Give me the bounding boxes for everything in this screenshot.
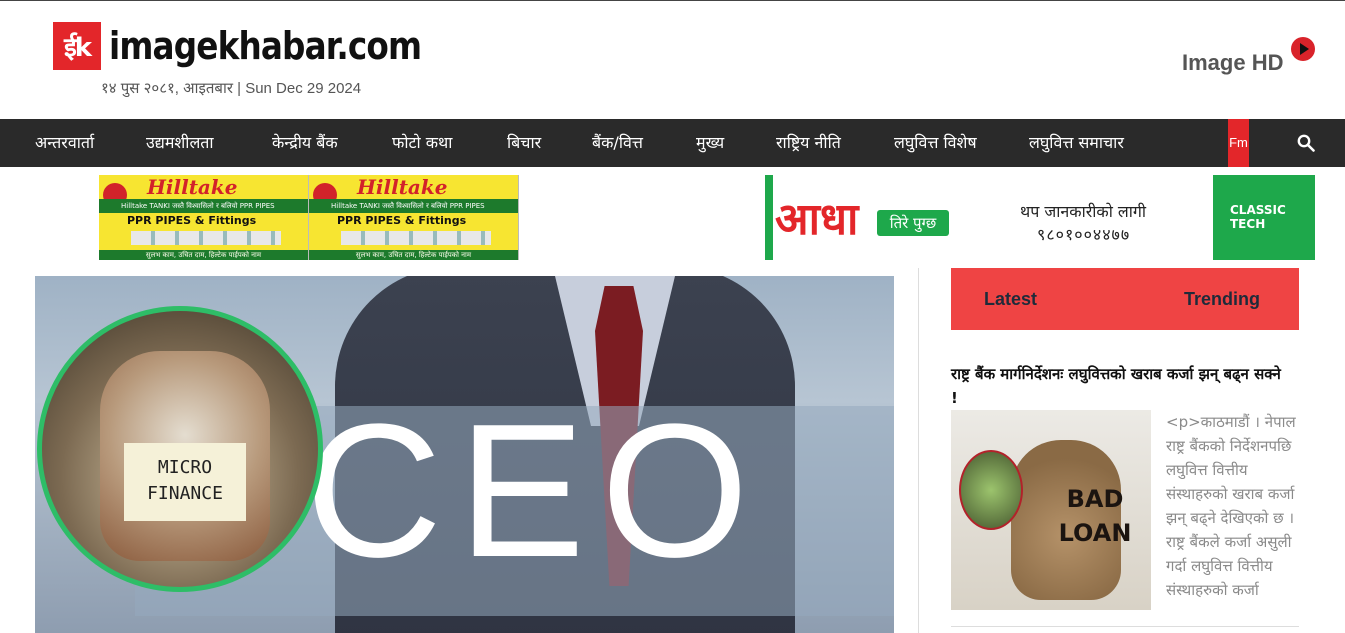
logo-mark: ईk bbox=[53, 22, 101, 70]
hilltake-bottom-slogan: सुलभ काम, उचित दाम, हिल्टेक पाईपको नाम bbox=[99, 250, 308, 260]
classic-tech-phone: ९८०१००४४७७ bbox=[1037, 225, 1131, 244]
hilltake-brand: Hilltake bbox=[147, 175, 238, 199]
classic-tech-badge: तिरे पुग्छ bbox=[877, 210, 949, 236]
hilltake-pipes-image bbox=[341, 231, 491, 245]
tab-trending[interactable]: Trending bbox=[1184, 268, 1260, 330]
ceo-text: CEO bbox=[305, 385, 765, 597]
featured-image[interactable]: CEO MICRO FINANCE bbox=[35, 276, 894, 633]
article-excerpt: <p>काठमाडौं । नेपाल राष्ट्र बैंकको निर्द… bbox=[1166, 413, 1296, 599]
nav-item-main[interactable]: मुख्य bbox=[696, 119, 724, 167]
header-date: १४ पुस २०८१, आइतबार | Sun Dec 29 2024 bbox=[101, 80, 362, 97]
microfinance-jar-circle: MICRO FINANCE bbox=[37, 306, 323, 592]
hilltake-ad-banner[interactable]: Hilltake Hilltake TANKI जस्तै विश्वासिलो… bbox=[99, 175, 519, 260]
hilltake-brand: Hilltake bbox=[357, 175, 448, 199]
nav-item-interview[interactable]: अन्तरवार्ता bbox=[35, 119, 94, 167]
fm-button[interactable]: Fm bbox=[1228, 119, 1249, 167]
classic-tech-headline: आधा bbox=[775, 194, 859, 245]
play-icon[interactable] bbox=[1291, 37, 1315, 61]
sidebar-tabs: Latest Trending bbox=[951, 268, 1299, 330]
nav-item-microfinance-news[interactable]: लघुवित्त समाचार bbox=[1029, 119, 1124, 167]
plant-coins-circle bbox=[959, 450, 1023, 530]
article-divider bbox=[951, 626, 1299, 627]
classic-tech-info: थप जानकारीको लागी bbox=[1020, 202, 1147, 221]
nav-item-national-policy[interactable]: राष्ट्रिय नीति bbox=[776, 119, 841, 167]
classic-tech-brand: CLASSIC TECH bbox=[1230, 203, 1286, 231]
hilltake-ad-panel: Hilltake Hilltake TANKI जस्तै विश्वासिलो… bbox=[309, 175, 519, 260]
hilltake-tagline: Hilltake TANKI जस्तै विश्वासिलो र बलियो … bbox=[99, 199, 308, 213]
hilltake-bottom-slogan: सुलभ काम, उचित दाम, हिल्टेक पाईपको नाम bbox=[309, 250, 518, 260]
top-border bbox=[0, 0, 1345, 1]
search-icon[interactable] bbox=[1297, 134, 1315, 152]
microfinance-label: MICRO FINANCE bbox=[124, 443, 246, 521]
main-nav: अन्तरवार्ता उद्यमशीलता केन्द्रीय बैंक फो… bbox=[0, 119, 1345, 167]
image-hd-link[interactable]: Image HD bbox=[1182, 50, 1283, 76]
hilltake-tagline: Hilltake TANKI जस्तै विश्वासिलो र बलियो … bbox=[309, 199, 518, 213]
hilltake-pipes-image bbox=[131, 231, 281, 245]
column-divider bbox=[918, 268, 919, 633]
nav-item-central-bank[interactable]: केन्द्रीय बैंक bbox=[272, 119, 338, 167]
nav-item-photo-story[interactable]: फोटो कथा bbox=[392, 119, 452, 167]
nav-item-microfinance-special[interactable]: लघुवित्त विशेष bbox=[894, 119, 977, 167]
tab-latest[interactable]: Latest bbox=[984, 268, 1037, 330]
hilltake-product: PPR PIPES & Fittings bbox=[337, 214, 467, 227]
hilltake-ad-panel: Hilltake Hilltake TANKI जस्तै विश्वासिलो… bbox=[99, 175, 309, 260]
site-logo[interactable]: ईk imagekhabar.com bbox=[53, 22, 472, 70]
classic-tech-ad-banner[interactable]: आधा तिरे पुग्छ थप जानकारीको लागी ९८०१००४… bbox=[765, 175, 1315, 260]
article-title[interactable]: राष्ट्र बैंक मार्गनिर्देशनः लघुवित्तको ख… bbox=[951, 362, 1291, 410]
nav-item-opinion[interactable]: बिचार bbox=[507, 119, 541, 167]
nav-item-bank-finance[interactable]: बैंक/वित्त bbox=[592, 119, 643, 167]
article-thumbnail[interactable]: BAD LOAN bbox=[951, 410, 1151, 610]
logo-text: imagekhabar.com bbox=[109, 24, 422, 68]
nav-item-entrepreneurship[interactable]: उद्यमशीलता bbox=[146, 119, 214, 167]
bad-loan-text: BAD LOAN bbox=[1058, 485, 1132, 547]
hilltake-product: PPR PIPES & Fittings bbox=[127, 214, 257, 227]
